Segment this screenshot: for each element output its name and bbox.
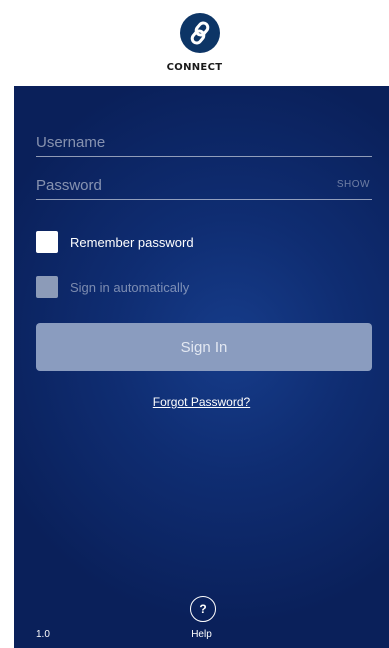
sign-in-automatically-checkbox[interactable] bbox=[36, 276, 58, 298]
chain-link-icon bbox=[180, 13, 220, 53]
question-icon[interactable]: ? bbox=[190, 596, 216, 622]
remember-password-checkbox[interactable] bbox=[36, 231, 58, 253]
logo-text: CONNECT bbox=[166, 62, 223, 73]
show-password-toggle[interactable]: SHOW bbox=[337, 179, 370, 190]
app-screen: CONNECT SHOW Remember password Sign in a… bbox=[0, 0, 389, 648]
sign-in-automatically-row: Sign in automatically bbox=[36, 276, 189, 298]
password-field: SHOW bbox=[36, 171, 372, 200]
remember-password-label: Remember password bbox=[70, 234, 194, 250]
login-panel: SHOW Remember password Sign in automatic… bbox=[14, 86, 389, 648]
sign-in-automatically-label: Sign in automatically bbox=[70, 279, 190, 295]
password-input[interactable] bbox=[36, 175, 326, 195]
username-field bbox=[36, 128, 372, 157]
help-label[interactable]: Help bbox=[14, 629, 389, 640]
forgot-password-link[interactable]: Forgot Password? bbox=[14, 395, 389, 409]
version-label: 1.0 bbox=[36, 629, 50, 640]
username-input[interactable] bbox=[36, 132, 326, 152]
sign-in-button[interactable]: Sign In bbox=[36, 323, 372, 371]
header: CONNECT bbox=[0, 0, 389, 86]
remember-password-row: Remember password bbox=[36, 231, 194, 253]
